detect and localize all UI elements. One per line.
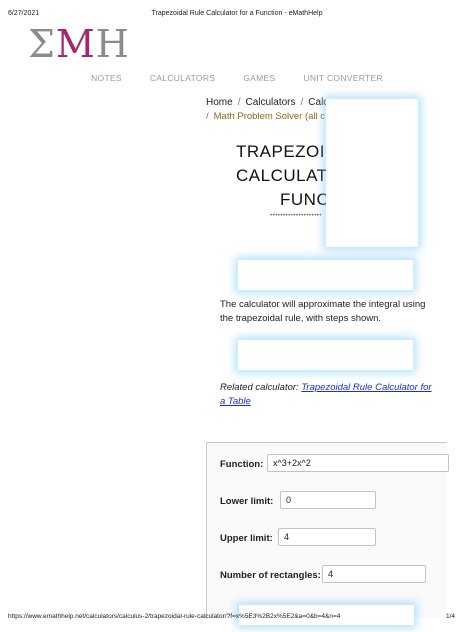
logo-sigma: Σ: [28, 22, 56, 66]
breadcrumb-separator: /: [300, 97, 304, 108]
title-underline-dots: ••••••••••••••••••••: [270, 213, 323, 219]
breadcrumb: Home / Calculators / Calcu: [206, 97, 334, 108]
overlay-ad-box[interactable]: [326, 99, 418, 247]
nav-games[interactable]: GAMES: [243, 73, 275, 83]
page-title-line3: FUNC: [280, 190, 330, 209]
related-prefix: Related calculator:: [220, 382, 302, 393]
main-nav: NOTES CALCULATORS GAMES UNIT CONVERTER: [0, 73, 474, 83]
page-title-line1: TRAPEZOI: [236, 142, 325, 162]
print-page-title: Trapezoidal Rule Calculator for a Functi…: [151, 10, 323, 17]
function-input[interactable]: x^3+2x^2: [267, 454, 449, 472]
breadcrumb-math-problem-solver[interactable]: Math Problem Solver (all c: [214, 111, 325, 122]
page-title-line2: CALCULAT: [236, 166, 328, 185]
nav-calculators[interactable]: CALCULATORS: [150, 73, 215, 83]
ad-placeholder-middle[interactable]: [238, 340, 413, 370]
print-footer-page: 1/4: [446, 613, 456, 620]
print-footer-url: https://www.emathhelp.net/calculators/ca…: [8, 613, 341, 620]
breadcrumb-separator: /: [237, 97, 241, 108]
related-calculator: Related calculator: Trapezoidal Rule Cal…: [220, 381, 435, 409]
upper-limit-input[interactable]: 4: [278, 528, 376, 546]
ad-placeholder-top[interactable]: [238, 260, 413, 290]
breadcrumb-second-line: / Math Problem Solver (all c: [206, 111, 325, 122]
breadcrumb-separator: /: [206, 111, 209, 122]
breadcrumb-home[interactable]: Home: [206, 97, 233, 108]
site-logo[interactable]: ΣMH: [28, 22, 130, 66]
calculator-form: Function: x^3+2x^2 Lower limit: 0 Upper …: [206, 442, 449, 625]
nav-notes[interactable]: NOTES: [91, 73, 122, 83]
rectangles-input[interactable]: 4: [322, 565, 426, 583]
nav-unit-converter[interactable]: UNIT CONVERTER: [303, 73, 382, 83]
lower-limit-input[interactable]: 0: [280, 491, 376, 509]
logo-h: H: [95, 22, 130, 66]
page-title-text: TRAPEZOI: [236, 142, 326, 161]
upper-limit-label: Upper limit:: [220, 533, 273, 544]
rectangles-label: Number of rectangles:: [220, 570, 321, 581]
breadcrumb-calculators[interactable]: Calculators: [245, 97, 295, 108]
calculator-description: The calculator will approximate the inte…: [220, 299, 426, 324]
logo-m: M: [55, 22, 96, 66]
lower-limit-label: Lower limit:: [220, 496, 274, 507]
function-label: Function:: [220, 459, 264, 470]
